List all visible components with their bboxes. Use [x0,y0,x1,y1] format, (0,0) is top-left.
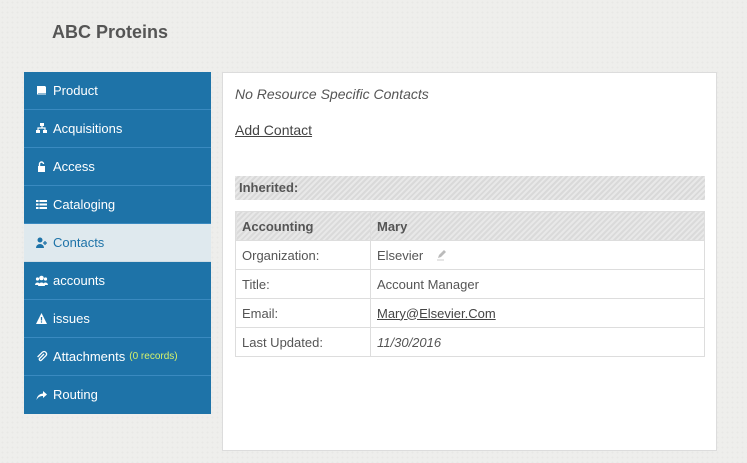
sidebar-item-product[interactable]: Product [24,72,211,110]
contact-name: Mary [370,211,705,241]
sidebar-item-label: Product [53,82,98,98]
table-row: Title: Account Manager [235,269,705,299]
sidebar-item-issues[interactable]: issues [24,300,211,338]
title-value: Account Manager [370,269,705,299]
sidebar-item-label: Routing [53,387,98,402]
table-row: Organization: Elsevier [235,240,705,270]
email-cell: Mary@Elsevier.Com [370,298,705,328]
book-icon [35,84,48,97]
sidebar-item-routing[interactable]: Routing [24,376,211,414]
sidebar-item-acquisitions[interactable]: Acquisitions [24,110,211,148]
sidebar-item-label: Acquisitions [53,120,123,136]
sidebar-item-access[interactable]: Access [24,148,211,186]
email-link[interactable]: Mary@Elsevier.Com [377,306,496,321]
contact-table: Accounting Mary Organization: Elsevier T… [235,211,705,357]
sidebar-item-cataloging[interactable]: Cataloging [24,186,211,224]
table-row: Accounting Mary [235,211,705,241]
row-key: Organization: [235,240,371,270]
last-updated-value: 11/30/2016 [370,327,705,357]
list-icon [35,198,48,211]
sidebar-item-accounts[interactable]: accounts [24,262,211,300]
warning-icon [35,312,48,325]
users-icon [35,274,48,287]
add-contact-link[interactable]: Add Contact [235,122,312,138]
page-title: ABC Proteins [52,22,169,42]
sidebar-item-contacts[interactable]: Contacts [24,224,211,262]
contacts-panel: No Resource Specific Contacts Add Contac… [222,72,717,451]
edit-icon[interactable] [435,249,447,261]
table-row: Last Updated: 11/30/2016 [235,327,705,357]
sidebar-item-attachments[interactable]: Attachments (0 records) [24,338,211,376]
sidebar-item-label: Contacts [53,234,105,250]
sidebar-item-label: accounts [53,272,106,288]
user-plus-icon [35,236,48,249]
paperclip-icon [35,350,48,363]
sidebar-nav: Product Acquisitions Access Cataloging C… [24,72,211,414]
sidebar-item-label: Attachments [53,348,126,364]
share-icon [35,389,48,402]
sitemap-icon [35,122,48,135]
organization-cell: Elsevier [370,240,705,270]
contact-role: Accounting [235,211,371,241]
unlock-icon [35,160,48,173]
inherited-header: Inherited: [235,176,705,200]
attachments-count: (0 records) [129,350,178,362]
table-row: Email: Mary@Elsevier.Com [235,298,705,328]
row-key: Last Updated: [235,327,371,357]
row-key: Title: [235,269,371,299]
sidebar-item-label: Cataloging [53,196,116,212]
sidebar-item-label: issues [53,310,90,326]
organization-value: Elsevier [377,247,424,263]
sidebar-item-label: Access [53,158,95,174]
row-key: Email: [235,298,371,328]
no-contacts-message: No Resource Specific Contacts [235,86,429,102]
